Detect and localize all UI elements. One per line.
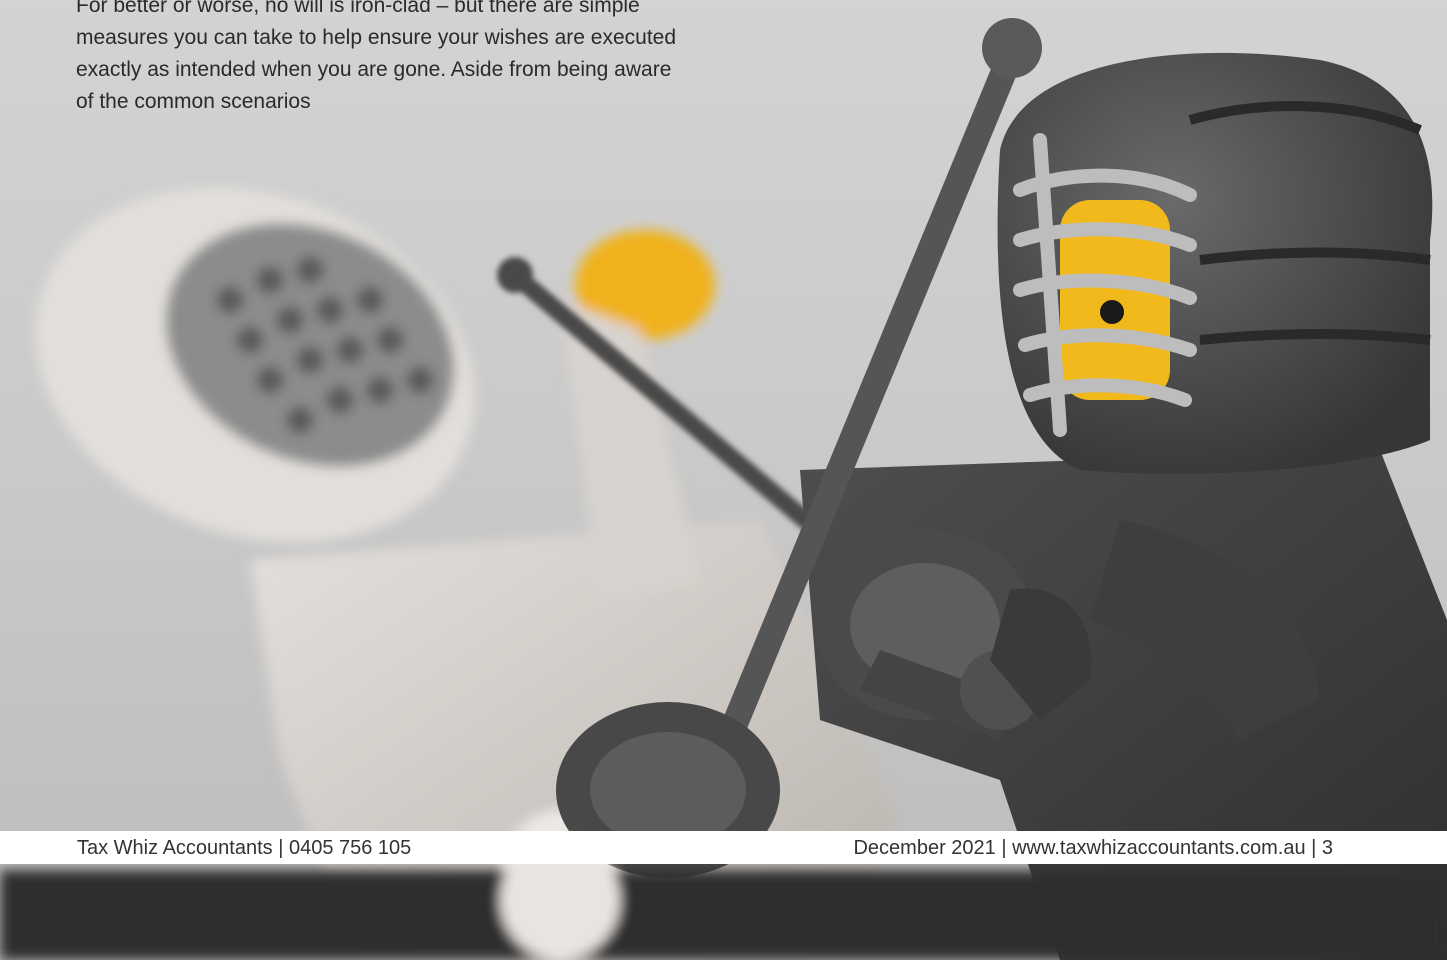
page: For better or worse, no will is iron-cla… xyxy=(0,0,1447,960)
article-intro-text: For better or worse, no will is iron-cla… xyxy=(76,0,677,113)
footer-company-contact: Tax Whiz Accountants | 0405 756 105 xyxy=(77,837,412,859)
footer-date-website-page: December 2021 | www.taxwhizaccountants.c… xyxy=(853,837,1333,859)
fencing-minifigures-photo xyxy=(0,0,1447,960)
